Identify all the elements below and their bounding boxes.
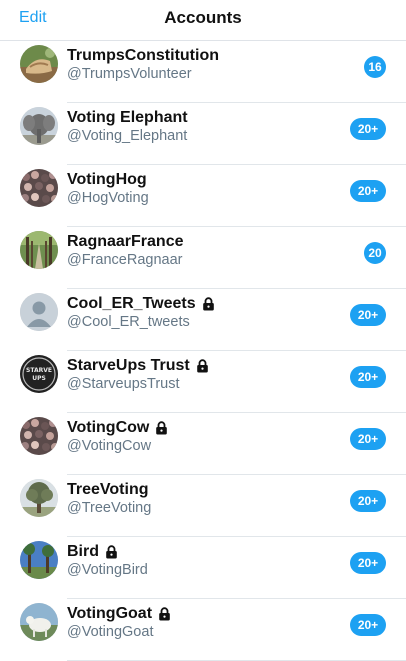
avatar [20,541,58,579]
account-name: Voting Elephant [67,109,188,126]
nav-bar: Edit Accounts [0,0,406,41]
notification-badge: 20+ [350,118,386,140]
notification-badge: 20+ [350,366,386,388]
avatar [20,231,58,269]
lock-icon [105,545,118,559]
account-row[interactable]: Cool_ER_Tweets @Cool_ER_tweets 20+ [0,289,406,351]
account-name-line: StarveUps Trust [67,355,209,377]
svg-text:STARVE: STARVE [26,367,52,374]
account-name-line: Bird [67,541,118,563]
notification-badge: 20 [364,242,386,264]
account-row[interactable]: Bird @VotingBird 20+ [0,537,406,599]
account-handle: @TreeVoting [67,500,152,516]
avatar [20,45,58,83]
account-name: TreeVoting [67,481,149,498]
account-name-line: Voting Elephant [67,107,188,129]
account-name: Cool_ER_Tweets [67,295,196,312]
account-handle: @Cool_ER_tweets [67,314,190,330]
avatar [20,107,58,145]
account-handle: @FranceRagnaar [67,252,183,268]
account-row[interactable]: RagnaarFrance @FranceRagnaar 20 [0,227,406,289]
avatar [20,479,58,517]
accounts-list: TrumpsConstitution @TrumpsVolunteer 16 Voti… [0,41,406,661]
account-row[interactable]: TrumpsConstitution @TrumpsVolunteer 16 [0,41,406,103]
account-handle: @HogVoting [67,190,149,206]
notification-badge: 20+ [350,428,386,450]
lock-icon [202,297,215,311]
avatar [20,603,58,641]
account-row[interactable]: Voting Elephant @Voting_Elephant 20+ [0,103,406,165]
notification-badge: 20+ [350,180,386,202]
account-name-line: VotingGoat [67,603,171,625]
notification-badge: 16 [364,56,386,78]
account-name-line: Cool_ER_Tweets [67,293,215,315]
notification-badge: 20+ [350,490,386,512]
account-name-line: TreeVoting [67,479,149,501]
account-name-line: TrumpsConstitution [67,45,219,67]
account-row[interactable]: VotingGoat @VotingGoat 20+ [0,599,406,661]
lock-icon [158,607,171,621]
account-row[interactable]: VotingCow @VotingCow 20+ [0,413,406,475]
account-handle: @Voting_Elephant [67,128,188,144]
account-handle: @VotingCow [67,438,152,454]
account-name: VotingCow [67,419,150,436]
avatar [20,417,58,455]
account-row[interactable]: VotingHog @HogVoting 20+ [0,165,406,227]
account-name-line: VotingCow [67,417,168,439]
account-name: RagnaarFrance [67,233,184,250]
account-name-line: VotingHog [67,169,147,191]
account-name: VotingGoat [67,605,153,622]
account-handle: @VotingGoat [67,624,154,640]
account-handle: @StarveupsTrust [67,376,180,392]
account-name: StarveUps Trust [67,357,190,374]
account-name: VotingHog [67,171,147,188]
notification-badge: 20+ [350,614,386,636]
account-name: TrumpsConstitution [67,47,219,64]
avatar [20,169,58,207]
account-name: Bird [67,543,99,560]
account-row[interactable]: TreeVoting @TreeVoting 20+ [0,475,406,537]
lock-icon [196,359,209,373]
lock-icon [155,421,168,435]
avatar [20,293,58,331]
avatar: STARVE UPS [20,355,58,393]
account-row[interactable]: STARVE UPS StarveUps Trust @StarveupsTrust 2… [0,351,406,413]
notification-badge: 20+ [350,304,386,326]
account-handle: @TrumpsVolunteer [67,66,192,82]
account-handle: @VotingBird [67,562,148,578]
notification-badge: 20+ [350,552,386,574]
account-name-line: RagnaarFrance [67,231,184,253]
svg-text:UPS: UPS [32,375,46,382]
page-title: Accounts [164,8,242,27]
